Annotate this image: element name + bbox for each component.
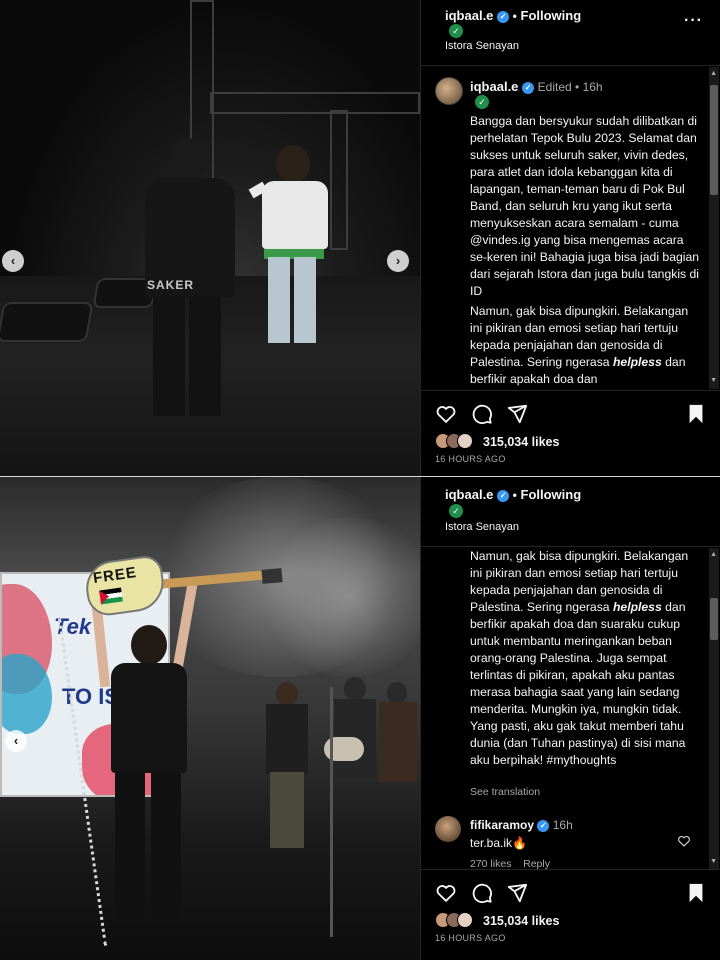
username-link[interactable]: iqbaal.e [445,487,493,502]
bookmark-icon[interactable] [685,882,707,904]
avatar [457,912,473,928]
comment-user-line: fifikaramoy ✓ 16h [470,818,573,832]
heart-icon[interactable] [435,403,457,425]
following-button[interactable]: Following [521,487,582,502]
post-view-2: Tek TO IS FREE ‹ iqbaal.e ✓ • Following … [0,477,720,960]
guitar-head [261,568,283,584]
action-bar: 315,034 likes 16 HOURS AGO [421,869,720,951]
avatar[interactable] [435,816,461,842]
badge-icon: ✓ [449,24,463,38]
comment-icon[interactable] [471,882,493,904]
concert-photo-2: Tek TO IS FREE ‹ [0,477,420,960]
band-member [324,677,380,847]
share-icon[interactable] [506,403,528,425]
header-user-line: iqbaal.e ✓ • Following [445,8,581,23]
post-timestamp: 16 HOURS AGO [435,933,506,943]
verified-icon: ✓ [522,81,535,94]
caption-helpless: helpless [612,355,662,369]
scrollbar-thumb[interactable] [710,85,718,195]
location-link[interactable]: Istora Senayan [445,521,519,533]
badge-icon: ✓ [449,504,463,518]
likes-count[interactable]: 315,034 likes [483,914,559,928]
band-member [375,682,420,842]
bookmark-icon[interactable] [685,403,707,425]
comment-icon[interactable] [471,403,493,425]
avatar [457,433,473,449]
post-header: iqbaal.e ✓ • Following ✓ Istora Senayan … [421,0,720,66]
post-view-1: SAKER ‹ › iqbaal.e ✓ • Following ✓ Istor… [0,0,720,476]
scrollbar[interactable] [709,548,719,870]
likes-count[interactable]: 315,034 likes [483,435,559,449]
share-icon[interactable] [506,882,528,904]
post-header: iqbaal.e ✓ • Following ✓ Istora Senayan [421,477,720,547]
caption-username[interactable]: iqbaal.e [470,79,518,94]
shirt-text: SAKER [147,278,195,292]
heart-icon[interactable] [677,834,691,848]
singer [58,576,205,957]
caption-text-2: Namun, gak bisa dipungkiri. Belakangan i… [470,548,700,769]
caption-paragraph-1: Bangga dan bersyukur sudah dilibatkan di… [470,114,700,298]
more-icon[interactable]: ··· [684,12,703,30]
scroll-up-icon[interactable]: ▲ [710,70,717,77]
comment-text: ter.ba.ik🔥 [470,836,527,850]
scroll-down-icon[interactable]: ▼ [710,377,717,384]
verified-icon: ✓ [537,819,550,832]
location-link[interactable]: Istora Senayan [445,40,519,52]
prev-photo-button[interactable]: ‹ [2,250,24,272]
action-bar: 315,034 likes 16 HOURS AGO [421,390,720,472]
mic-stand [330,687,333,937]
prev-photo-button[interactable]: ‹ [5,730,27,752]
badge-icon: ✓ [475,95,489,109]
caption-area[interactable]: Namun, gak bisa dipungkiri. Belakangan i… [421,548,720,870]
edited-label: Edited • 16h [537,80,603,94]
concert-photo-1: SAKER ‹ › [0,0,420,476]
separator-dot: • [512,488,517,502]
post-time: 16h [582,80,603,94]
stage-truss [210,92,420,114]
scrollbar-thumb[interactable] [710,598,718,640]
edited-text: Edited [537,80,572,94]
next-photo-button[interactable]: › [387,250,409,272]
caption-area[interactable]: iqbaal.e ✓ Edited • 16h ✓ Bangga dan ber… [421,67,720,389]
avatar[interactable] [435,77,463,105]
post-sidebar-2: iqbaal.e ✓ • Following ✓ Istora Senayan … [420,477,720,960]
caption-text: Bangga dan bersyukur sudah dilibatkan di… [470,113,700,300]
stage-speaker [0,302,94,342]
verified-icon: ✓ [497,10,510,23]
see-translation-link[interactable]: See translation [470,784,700,801]
caption-helpless: helpless [612,600,662,614]
separator-dot: • [512,9,517,23]
post-sidebar-1: iqbaal.e ✓ • Following ✓ Istora Senayan … [420,0,720,476]
post-timestamp: 16 HOURS AGO [435,454,506,464]
comment-username[interactable]: fifikaramoy [470,818,534,832]
following-button[interactable]: Following [521,8,582,23]
heart-icon[interactable] [435,882,457,904]
caption-text-2: Namun, gak bisa dipungkiri. Belakangan i… [470,303,700,388]
performer-back: SAKER [135,138,245,428]
band-member [262,682,312,852]
scroll-up-icon[interactable]: ▲ [710,551,717,558]
scroll-down-icon[interactable]: ▼ [710,858,717,865]
caption-user-line: iqbaal.e ✓ Edited • 16h [470,79,603,94]
comment-time: 16h [552,818,573,832]
header-user-line: iqbaal.e ✓ • Following [445,487,581,502]
singer [248,145,340,365]
verified-icon: ✓ [497,489,510,502]
caption-paragraph-2b: dan berfikir apakah doa dan suaraku cuku… [470,600,686,767]
username-link[interactable]: iqbaal.e [445,8,493,23]
